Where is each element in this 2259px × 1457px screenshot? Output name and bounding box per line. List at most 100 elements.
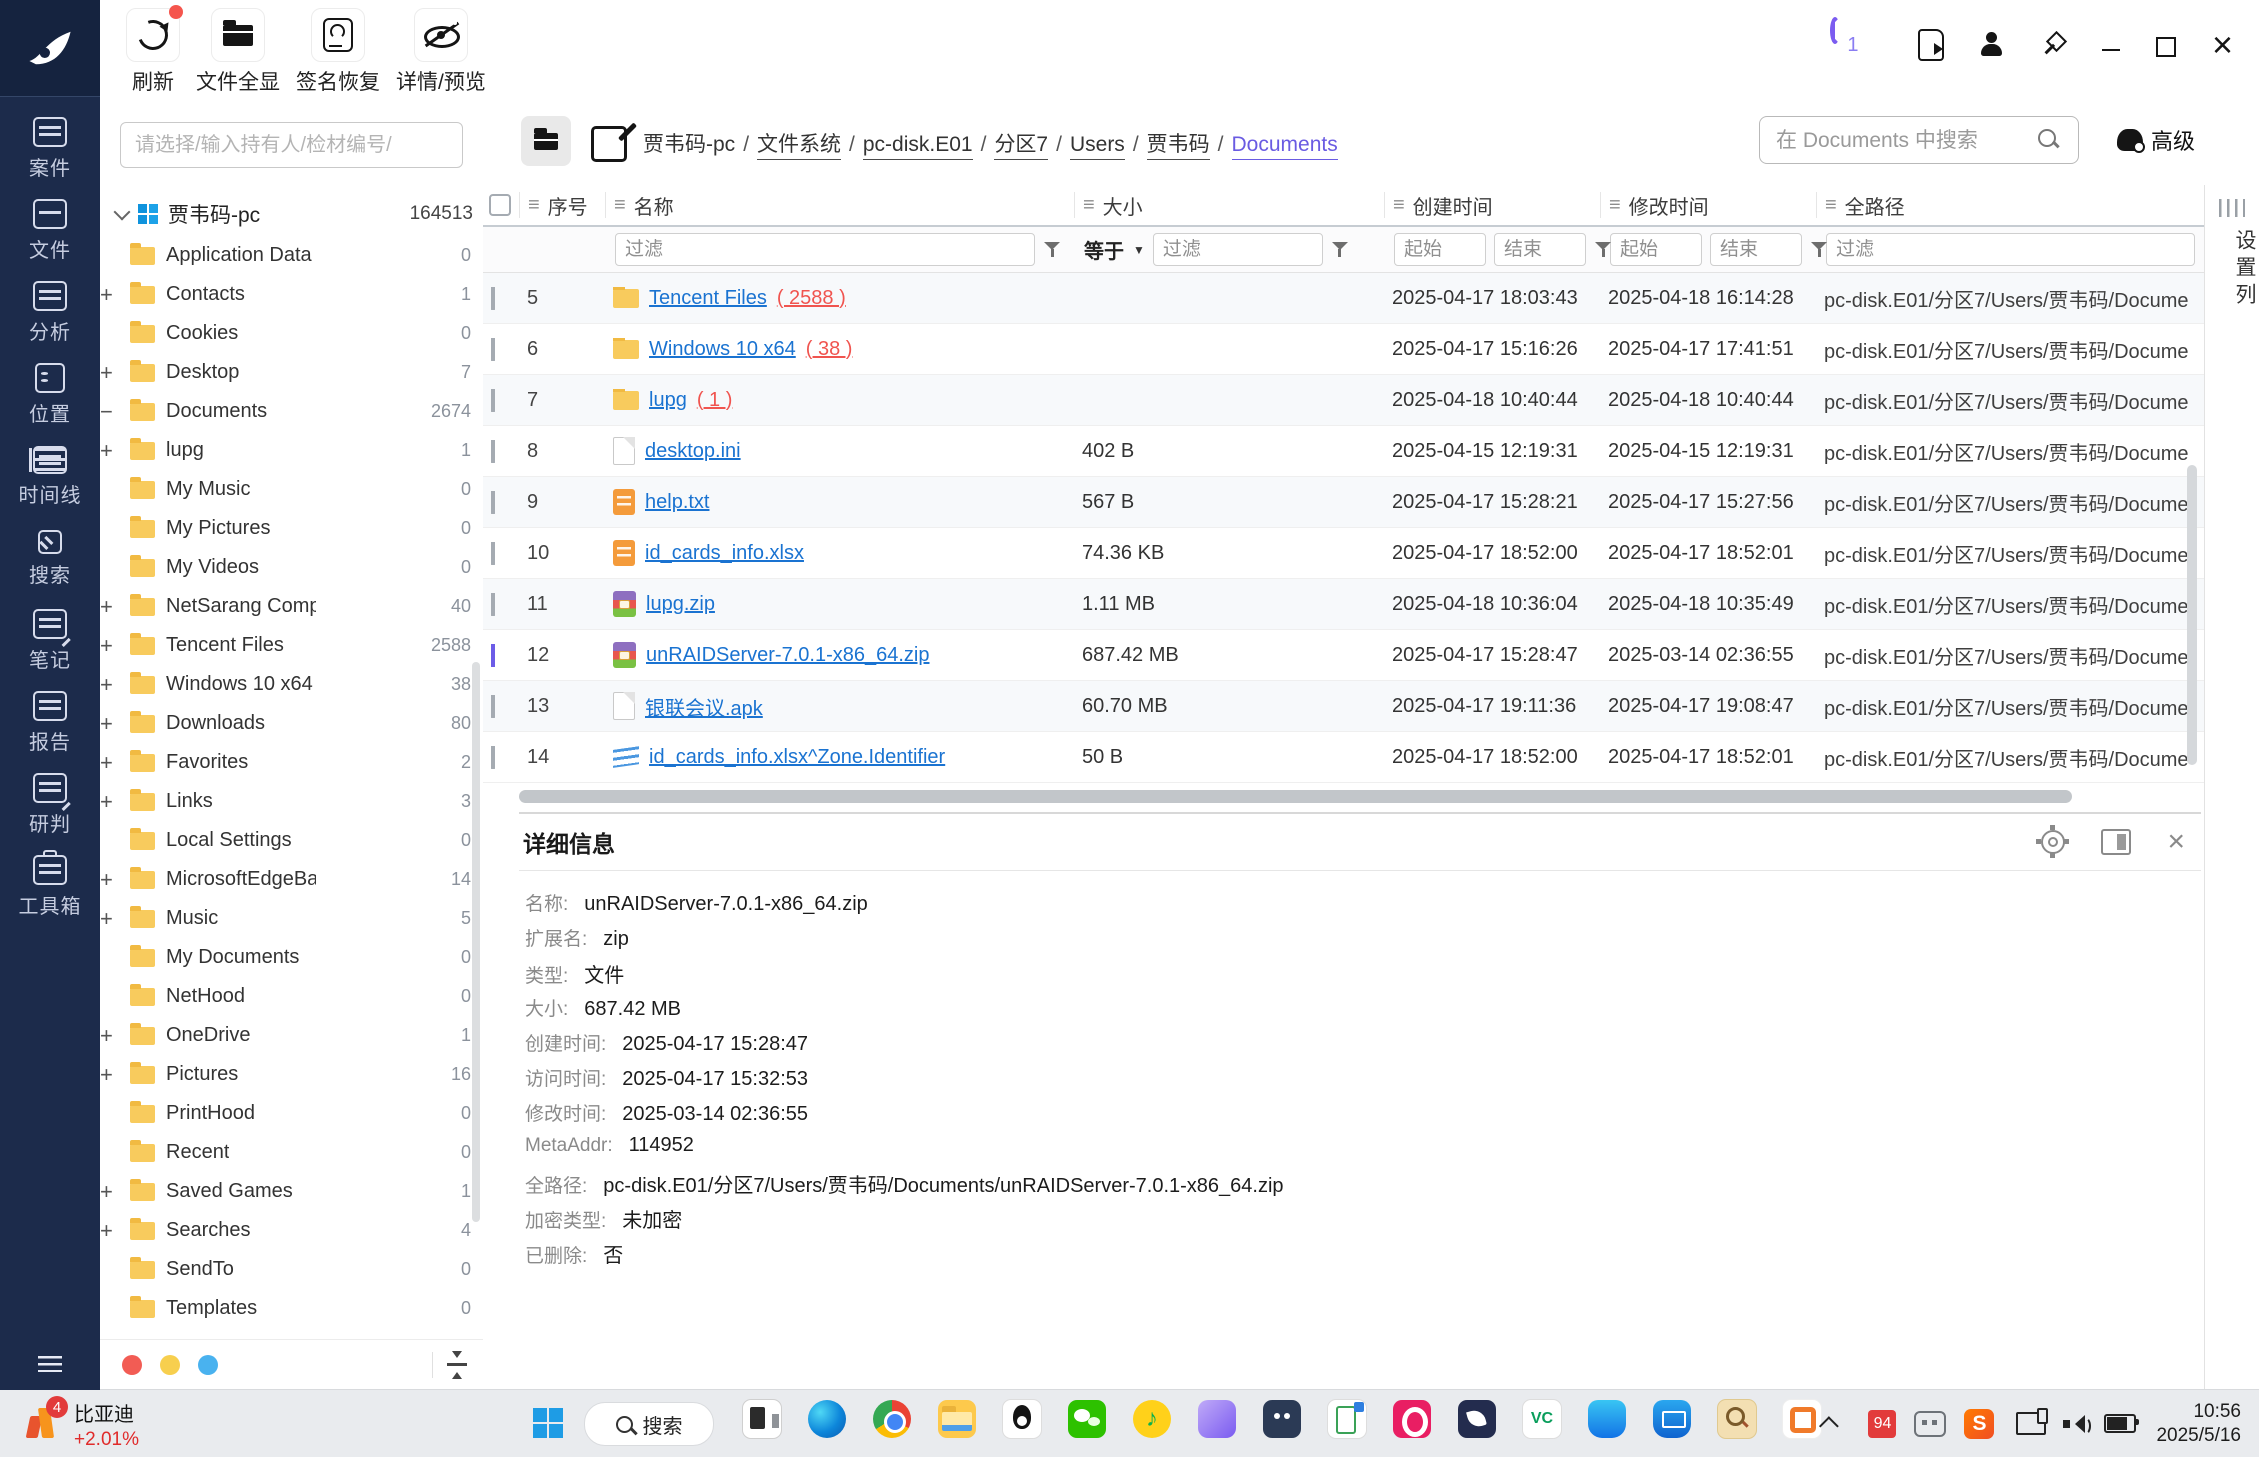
table-row[interactable]: 6 Windows 10 x64 ( 38 ) 2025-04-17 15:16… [483, 324, 2205, 375]
row-checkbox[interactable] [491, 440, 495, 463]
toolbar-button[interactable]: 文件全显 [196, 8, 280, 96]
tree-expander[interactable]: + [100, 867, 130, 893]
tree-item[interactable]: + NetSarang Comp... 40 [100, 587, 483, 626]
taskbar-app-icon[interactable]: VC [1515, 1394, 1569, 1452]
row-checkbox[interactable] [491, 491, 495, 514]
drag-handle-icon[interactable] [2219, 199, 2245, 217]
toolbar-button[interactable]: 详情/预览 [396, 8, 486, 96]
tree-item[interactable]: + Desktop 7 [100, 353, 483, 392]
tree-expander[interactable]: − [100, 399, 130, 425]
table-row[interactable]: 8 desktop.ini 402 B 2025-04-15 12:19:31 … [483, 426, 2205, 477]
tree-item[interactable]: + Tencent Files 2588 [100, 626, 483, 665]
tree-item[interactable]: NetHood 0 [100, 977, 483, 1016]
red-dot-icon[interactable] [122, 1355, 142, 1375]
table-horizontal-scrollbar[interactable] [519, 790, 2189, 803]
folder-item-count-link[interactable]: ( 38 ) [806, 338, 853, 361]
user-icon[interactable] [1980, 32, 2004, 58]
tree-expander[interactable]: + [100, 360, 130, 386]
table-vertical-scrollbar[interactable] [2187, 465, 2197, 765]
tree-item[interactable]: PrintHood 0 [100, 1094, 483, 1133]
close-details-icon[interactable]: × [2167, 831, 2185, 853]
table-row[interactable]: 10 id_cards_info.xlsx 74.36 KB 2025-04-1… [483, 528, 2205, 579]
tree-item[interactable]: + Saved Games 1 [100, 1172, 483, 1211]
taskbar-app-icon[interactable] [1385, 1394, 1439, 1452]
toolbar-button[interactable]: 刷新 [126, 8, 180, 96]
search-icon[interactable] [2038, 129, 2056, 147]
export-icon[interactable] [1918, 29, 1944, 61]
filter-funnel-icon[interactable] [1810, 241, 1828, 259]
gear-icon[interactable] [2041, 830, 2065, 854]
column-header-num[interactable]: ≡序号 [519, 192, 605, 218]
tree-item[interactable]: My Videos 0 [100, 548, 483, 587]
taskbar-app-icon[interactable] [995, 1394, 1049, 1452]
taskbar-app-icon[interactable]: ♪ [1125, 1394, 1179, 1452]
tree-item[interactable]: + Favorites 2 [100, 743, 483, 782]
taskbar-clock[interactable]: 10:56 2025/5/16 [2156, 1400, 2241, 1448]
table-row[interactable]: 5 Tencent Files ( 2588 ) 2025-04-17 18:0… [483, 273, 2205, 324]
row-checkbox[interactable] [491, 389, 495, 412]
taskbar-app-icon[interactable] [1580, 1394, 1634, 1452]
filter-funnel-icon[interactable] [1594, 241, 1612, 259]
tree-expander[interactable]: + [100, 906, 130, 932]
tree-item[interactable]: My Pictures 0 [100, 509, 483, 548]
toolbar-button[interactable]: 签名恢复 [296, 8, 380, 96]
row-checkbox[interactable] [491, 338, 495, 361]
taskbar-app-icon[interactable] [1645, 1394, 1699, 1452]
tree-item[interactable]: + OneDrive 1 [100, 1016, 483, 1055]
created-end-input[interactable] [1494, 233, 1586, 266]
minimize-button[interactable] [2102, 49, 2120, 52]
row-checkbox[interactable] [491, 593, 495, 616]
ime-icon[interactable] [1914, 1411, 1946, 1437]
taskbar-app-icon[interactable] [800, 1394, 854, 1452]
tree-expander[interactable]: + [100, 1062, 130, 1088]
tree-item[interactable]: Local Settings 0 [100, 821, 483, 860]
advanced-search-button[interactable]: 高级 [2117, 124, 2195, 156]
tree-expander[interactable]: + [100, 1218, 130, 1244]
table-row[interactable]: 13 银联会议.apk 60.70 MB 2025-04-17 19:11:36… [483, 681, 2205, 732]
restore-button[interactable] [2156, 37, 2176, 57]
modified-start-input[interactable] [1610, 233, 1702, 266]
nav-item[interactable]: 位置 [7, 357, 93, 433]
tree-expander[interactable]: + [100, 633, 130, 659]
pin-icon[interactable] [2040, 32, 2066, 58]
taskbar-app-icon[interactable] [1255, 1394, 1309, 1452]
breadcrumb-segment[interactable]: Users [1070, 133, 1125, 160]
tree-expander[interactable]: + [100, 750, 130, 776]
nav-item[interactable]: 时间线 [7, 439, 93, 515]
modified-end-input[interactable] [1710, 233, 1802, 266]
close-button[interactable]: × [2212, 32, 2233, 58]
nav-item[interactable]: 笔记 [7, 603, 93, 679]
edit-path-icon[interactable] [591, 126, 627, 162]
tree-item[interactable]: + Links 3 [100, 782, 483, 821]
taskbar-app-icon[interactable] [735, 1394, 789, 1452]
tree-expander[interactable]: + [100, 438, 130, 464]
network-icon[interactable] [2016, 1412, 2046, 1435]
table-row[interactable]: 7 lupg ( 1 ) 2025-04-18 10:40:44 2025-04… [483, 375, 2205, 426]
battery-icon[interactable] [2104, 1414, 2136, 1433]
tree-root[interactable]: 贾韦码-pc 164513 [100, 192, 483, 236]
file-name-link[interactable]: Tencent Files [649, 287, 767, 310]
file-name-link[interactable]: lupg.zip [646, 593, 715, 616]
filter-funnel-icon[interactable] [1043, 241, 1061, 259]
nav-item[interactable]: 案件 [7, 111, 93, 187]
column-header-size[interactable]: ≡大小 [1074, 192, 1384, 218]
folder-item-count-link[interactable]: ( 1 ) [697, 389, 733, 412]
tree-item[interactable]: + Windows 10 x64 38 [100, 665, 483, 704]
nav-item[interactable]: 搜索 [7, 521, 93, 597]
taskbar-app-icon[interactable] [1450, 1394, 1504, 1452]
column-header-path[interactable]: ≡全路径 [1816, 192, 2205, 218]
tree-item[interactable]: + Searches 4 [100, 1211, 483, 1250]
nav-item[interactable]: 报告 [7, 685, 93, 761]
tree-expander[interactable]: + [100, 1023, 130, 1049]
row-checkbox[interactable] [491, 542, 495, 565]
created-start-input[interactable] [1394, 233, 1486, 266]
tree-item[interactable]: + lupg 1 [100, 431, 483, 470]
file-name-link[interactable]: lupg [649, 389, 687, 412]
taskbar-app-icon[interactable] [1190, 1394, 1244, 1452]
layout-panel-icon[interactable] [2101, 829, 2131, 855]
filter-funnel-icon[interactable] [1331, 241, 1349, 259]
table-row[interactable]: 12 unRAIDServer-7.0.1-x86_64.zip 687.42 … [483, 630, 2205, 681]
column-settings-button[interactable]: 设置列 [2205, 229, 2259, 310]
breadcrumb-segment[interactable]: 分区7 [994, 133, 1048, 160]
breadcrumb-segment[interactable]: 文件系统 [757, 133, 841, 160]
